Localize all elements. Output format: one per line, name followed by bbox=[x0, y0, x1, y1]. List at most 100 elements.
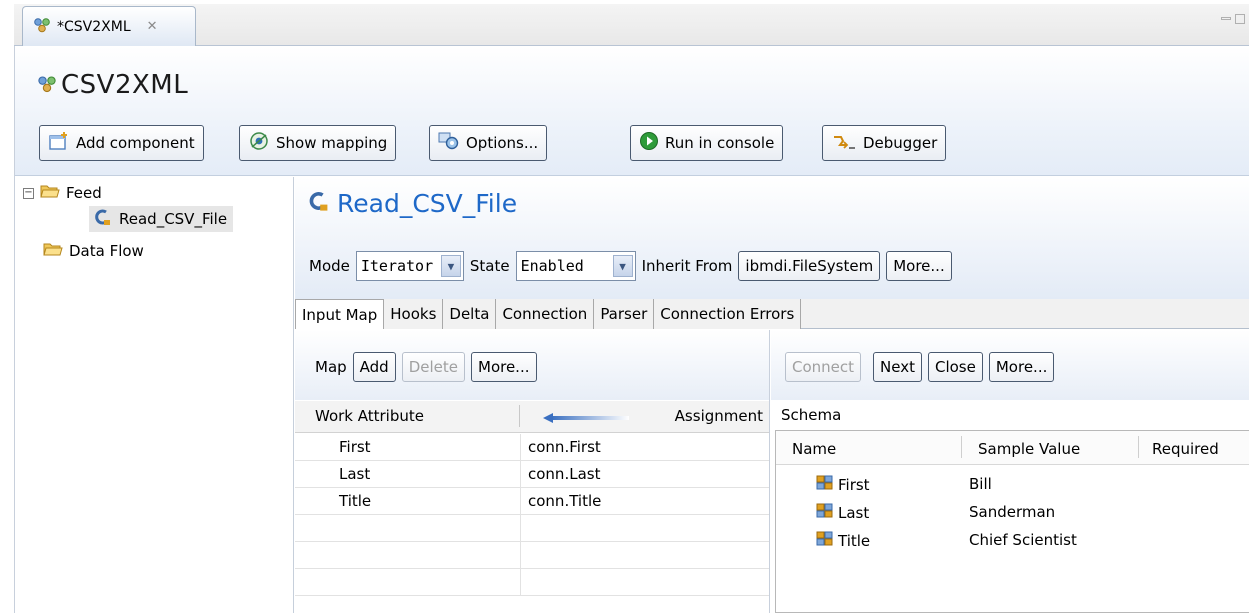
options-label: Options... bbox=[466, 134, 539, 152]
editor-area: CSV2XML Add component Show mapping Optio… bbox=[14, 46, 1249, 613]
tab-connection-errors[interactable]: Connection Errors bbox=[654, 299, 802, 329]
component-tabs: Input Map Hooks Delta Connection Parser … bbox=[295, 299, 1249, 329]
show-mapping-button[interactable]: Show mapping bbox=[239, 125, 397, 161]
state-select[interactable]: Enabled ▼ bbox=[515, 251, 636, 281]
add-map-label: Add bbox=[359, 358, 389, 376]
tab-hooks[interactable]: Hooks bbox=[384, 299, 444, 329]
run-icon bbox=[639, 131, 659, 155]
next-label: Next bbox=[880, 358, 915, 376]
options-button[interactable]: Options... bbox=[429, 125, 548, 161]
tree-item-read-csv-file[interactable]: Read_CSV_File bbox=[89, 206, 234, 232]
run-in-console-button[interactable]: Run in console bbox=[630, 125, 784, 161]
schema-name-text: Last bbox=[838, 504, 870, 522]
assignment-header[interactable]: Assignment bbox=[675, 407, 763, 425]
assignment-cell: conn.Last bbox=[528, 465, 601, 483]
inherit-from-button[interactable]: ibmdi.FileSystem bbox=[738, 251, 881, 281]
schema-more-label: More... bbox=[995, 358, 1048, 376]
debugger-button[interactable]: Debugger bbox=[822, 125, 947, 161]
connector-icon bbox=[93, 208, 113, 230]
name-header[interactable]: Name bbox=[792, 440, 836, 458]
map-label: Map bbox=[315, 358, 347, 376]
input-map-pane: Map Add Delete More... Work Attribute As… bbox=[295, 330, 770, 613]
map-more-label: More... bbox=[478, 358, 530, 376]
gear-icon bbox=[438, 131, 460, 155]
tree-item-data-flow-label: Data Flow bbox=[69, 242, 144, 260]
assignment-cell: conn.Title bbox=[528, 492, 602, 510]
minimize-icon[interactable] bbox=[1221, 17, 1231, 20]
tree-item-feed[interactable]: − Feed bbox=[23, 181, 102, 205]
close-button[interactable]: Close bbox=[927, 352, 983, 382]
schema-name-cell: Last bbox=[816, 503, 869, 523]
schema-table-header: Name Sample Value Required bbox=[776, 431, 1249, 465]
table-row[interactable]: Title conn.Title bbox=[295, 488, 769, 515]
component-tree: − Feed Read_CSV_File Data Flow bbox=[15, 177, 294, 613]
add-component-icon bbox=[48, 131, 70, 155]
chevron-down-icon[interactable]: ▼ bbox=[612, 255, 633, 277]
close-icon[interactable]: ✕ bbox=[147, 19, 158, 34]
editor-header: CSV2XML Add component Show mapping Optio… bbox=[15, 46, 1249, 176]
tab-delta[interactable]: Delta bbox=[443, 299, 497, 329]
chevron-down-icon[interactable]: ▼ bbox=[440, 255, 461, 277]
editor-tab-csv2xml[interactable]: *CSV2XML ✕ bbox=[22, 6, 196, 46]
next-button[interactable]: Next bbox=[873, 352, 922, 382]
map-more-button[interactable]: More... bbox=[471, 352, 537, 382]
inherit-from-label: Inherit From bbox=[641, 257, 733, 275]
schema-name-cell: Title bbox=[816, 531, 870, 551]
state-label: State bbox=[469, 257, 510, 275]
cell-divider bbox=[520, 461, 521, 488]
table-row[interactable]: Last conn.Last bbox=[295, 461, 769, 488]
schema-table: Name Sample Value Required First Bill La… bbox=[775, 430, 1249, 613]
schema-row[interactable]: Title Chief Scientist bbox=[776, 527, 1249, 555]
assignment-cell: conn.First bbox=[528, 438, 601, 456]
tree-item-feed-label: Feed bbox=[66, 184, 102, 202]
schema-buttons: Connect Next Close More... bbox=[785, 352, 1055, 382]
cell-divider bbox=[520, 488, 521, 515]
table-row[interactable]: First conn.First bbox=[295, 434, 769, 461]
attribute-icon bbox=[816, 503, 834, 523]
work-attribute-cell: Title bbox=[339, 492, 372, 510]
work-attribute-cell: First bbox=[339, 438, 371, 456]
attribute-icon bbox=[816, 531, 834, 551]
map-buttons: Map Add Delete More... bbox=[315, 352, 537, 382]
arrow-left-icon bbox=[543, 410, 629, 423]
mapping-icon bbox=[248, 131, 270, 155]
delete-map-button[interactable]: Delete bbox=[401, 352, 465, 382]
schema-more-button[interactable]: More... bbox=[988, 352, 1055, 382]
tab-input-map[interactable]: Input Map bbox=[295, 299, 385, 329]
component-settings-row: Mode Iterator ▼ State Enabled ▼ Inherit … bbox=[309, 249, 952, 283]
component-more-button[interactable]: More... bbox=[886, 251, 952, 281]
state-value: Enabled bbox=[520, 257, 584, 275]
column-divider bbox=[1138, 436, 1139, 458]
work-attribute-cell: Last bbox=[339, 465, 371, 483]
show-mapping-label: Show mapping bbox=[276, 134, 388, 152]
required-header[interactable]: Required bbox=[1152, 440, 1219, 458]
connect-label: Connect bbox=[792, 358, 855, 376]
collapse-icon[interactable]: − bbox=[23, 187, 34, 199]
tab-connection[interactable]: Connection bbox=[496, 299, 595, 329]
add-map-button[interactable]: Add bbox=[352, 352, 396, 382]
schema-name-cell: First bbox=[816, 475, 870, 495]
maximize-icon[interactable] bbox=[1235, 14, 1245, 24]
add-component-button[interactable]: Add component bbox=[39, 125, 204, 161]
mode-select[interactable]: Iterator ▼ bbox=[355, 251, 464, 281]
table-row-empty bbox=[295, 542, 769, 569]
work-attribute-header[interactable]: Work Attribute bbox=[315, 407, 424, 425]
schema-row[interactable]: Last Sanderman bbox=[776, 499, 1249, 527]
schema-name-text: First bbox=[838, 476, 870, 494]
sample-value-header[interactable]: Sample Value bbox=[978, 440, 1080, 458]
schema-sample-cell: Bill bbox=[969, 475, 992, 493]
component-more-label: More... bbox=[893, 257, 945, 275]
schema-row[interactable]: First Bill bbox=[776, 471, 1249, 499]
schema-sample-cell: Sanderman bbox=[969, 503, 1056, 521]
folder-open-icon bbox=[43, 241, 63, 261]
page-title-text: CSV2XML bbox=[61, 70, 189, 100]
tree-item-data-flow[interactable]: Data Flow bbox=[43, 239, 144, 263]
connect-button[interactable]: Connect bbox=[785, 352, 862, 382]
cell-divider bbox=[520, 515, 521, 542]
component-header: Read_CSV_File Mode Iterator ▼ State Enab… bbox=[295, 177, 1249, 299]
tab-parser[interactable]: Parser bbox=[594, 299, 655, 329]
cell-divider bbox=[520, 542, 521, 569]
component-section: Read_CSV_File Mode Iterator ▼ State Enab… bbox=[295, 177, 1249, 613]
folder-open-icon bbox=[40, 183, 60, 203]
schema-pane: Connect Next Close More... Schema Name S… bbox=[771, 330, 1249, 613]
